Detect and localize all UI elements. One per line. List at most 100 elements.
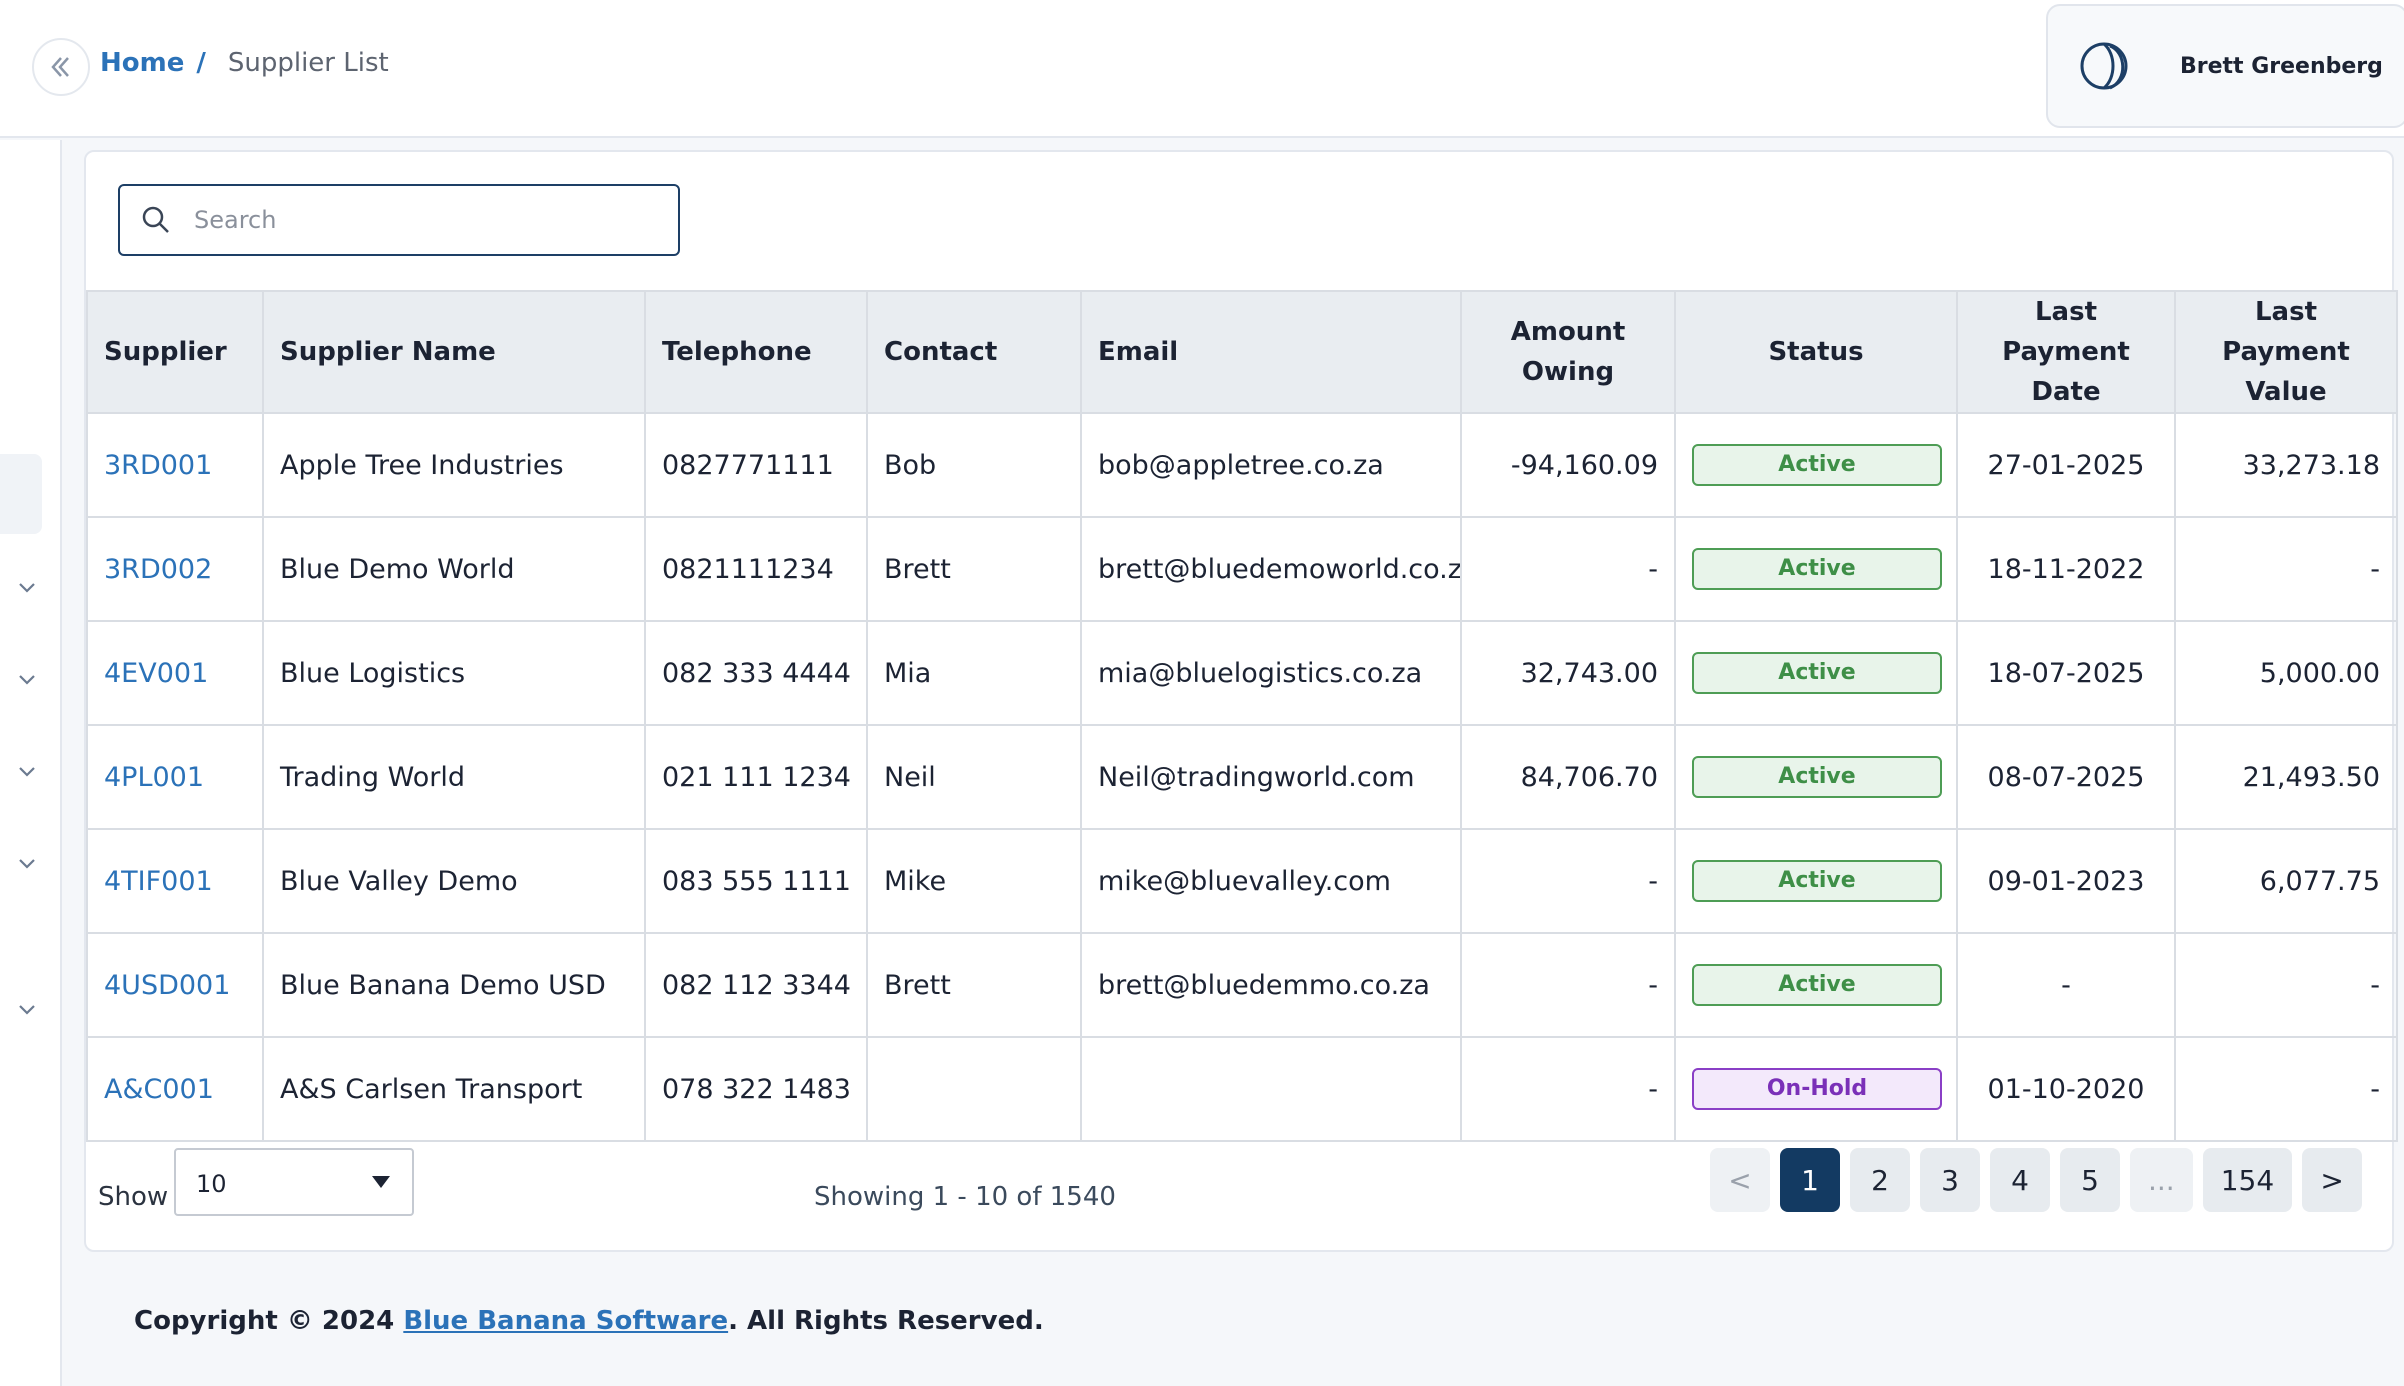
status-cell: Active <box>1674 620 1958 726</box>
sidebar-selected-item[interactable] <box>0 454 42 534</box>
telephone: 021 111 1234 <box>644 724 868 830</box>
status-badge: On-Hold <box>1692 1068 1942 1110</box>
contact: Neil <box>866 724 1082 830</box>
column-header-supplier[interactable]: Supplier <box>86 290 264 414</box>
table-row[interactable]: 3RD002 Blue Demo World 0821111234 Brett … <box>86 516 2398 622</box>
user-name: Brett Greenberg <box>2180 53 2383 79</box>
column-header-email[interactable]: Email <box>1080 290 1462 414</box>
search-icon <box>142 206 169 233</box>
search-field[interactable] <box>118 184 680 256</box>
last-payment-value: - <box>2174 516 2398 622</box>
supplier-code-link[interactable]: 4TIF001 <box>86 828 264 934</box>
supplier-code-link[interactable]: 3RD001 <box>86 412 264 518</box>
column-header-status[interactable]: Status <box>1674 290 1958 414</box>
chevron-down-icon[interactable] <box>16 668 38 690</box>
amount-owing: 84,706.70 <box>1460 724 1676 830</box>
chevron-down-icon[interactable] <box>16 576 38 598</box>
status-badge: Active <box>1692 756 1942 798</box>
last-payment-date: 27-01-2025 <box>1956 412 2176 518</box>
pagination-bar: Show 10 Showing 1 - 10 of 1540 < 1 2 3 4… <box>86 1148 2396 1248</box>
amount-owing: - <box>1460 828 1676 934</box>
chevron-down-icon[interactable] <box>16 998 38 1020</box>
double-chevron-left-icon <box>51 57 69 77</box>
supplier-list-card: Supplier Supplier Name Telephone Contact… <box>84 150 2398 1252</box>
column-header-telephone[interactable]: Telephone <box>644 290 868 414</box>
breadcrumb-current: Supplier List <box>227 48 389 78</box>
email: brett@bluedemoworld.co.za <box>1080 516 1462 622</box>
supplier-code-link[interactable]: 3RD002 <box>86 516 264 622</box>
table-row[interactable]: A&C001 A&S Carlsen Transport 078 322 148… <box>86 1036 2398 1142</box>
page-button-3[interactable]: 3 <box>1920 1148 1980 1212</box>
page-button-1[interactable]: 1 <box>1780 1148 1840 1212</box>
telephone: 083 555 1111 <box>644 828 868 934</box>
contact: Brett <box>866 516 1082 622</box>
top-bar: Home / Supplier List Brett Greenberg <box>0 0 2404 138</box>
telephone: 0821111234 <box>644 516 868 622</box>
breadcrumb-home-link[interactable]: Home <box>100 48 184 78</box>
table-row[interactable]: 4TIF001 Blue Valley Demo 083 555 1111 Mi… <box>86 828 2398 934</box>
showing-count: Showing 1 - 10 of 1540 <box>814 1182 1116 1212</box>
contact: Mike <box>866 828 1082 934</box>
last-payment-value: - <box>2174 1036 2398 1142</box>
table-row[interactable]: 3RD001 Apple Tree Industries 0827771111 … <box>86 412 2398 518</box>
next-page-button[interactable]: > <box>2302 1148 2363 1212</box>
column-header-supplier-name[interactable]: Supplier Name <box>262 290 646 414</box>
page-ellipsis: ... <box>2130 1148 2193 1212</box>
table-row[interactable]: 4USD001 Blue Banana Demo USD 082 112 334… <box>86 932 2398 1038</box>
last-payment-value: 33,273.18 <box>2174 412 2398 518</box>
table-row[interactable]: 4EV001 Blue Logistics 082 333 4444 Mia m… <box>86 620 2398 726</box>
column-header-contact[interactable]: Contact <box>866 290 1082 414</box>
last-payment-date: 01-10-2020 <box>1956 1036 2176 1142</box>
amount-owing: 32,743.00 <box>1460 620 1676 726</box>
page-button-2[interactable]: 2 <box>1850 1148 1910 1212</box>
email: Neil@tradingworld.com <box>1080 724 1462 830</box>
email: bob@appletree.co.za <box>1080 412 1462 518</box>
chevron-down-icon[interactable] <box>16 760 38 782</box>
last-payment-value: 6,077.75 <box>2174 828 2398 934</box>
supplier-name: Blue Logistics <box>262 620 646 726</box>
status-cell: Active <box>1674 932 1958 1038</box>
supplier-name: Blue Valley Demo <box>262 828 646 934</box>
status-cell: On-Hold <box>1674 1036 1958 1142</box>
copyright-text: Copyright © 2024 Blue Banana Software. A… <box>134 1306 1044 1336</box>
supplier-code-link[interactable]: A&C001 <box>86 1036 264 1142</box>
amount-owing: -94,160.09 <box>1460 412 1676 518</box>
caret-down-icon <box>372 1176 390 1188</box>
page-button-last[interactable]: 154 <box>2202 1148 2293 1212</box>
table-row[interactable]: 4PL001 Trading World 021 111 1234 Neil N… <box>86 724 2398 830</box>
collapse-sidebar-button[interactable] <box>32 38 90 96</box>
supplier-name: Trading World <box>262 724 646 830</box>
email: mia@bluelogistics.co.za <box>1080 620 1462 726</box>
status-cell: Active <box>1674 828 1958 934</box>
prev-page-button[interactable]: < <box>1710 1148 1770 1212</box>
status-badge: Active <box>1692 860 1942 902</box>
email <box>1080 1036 1462 1142</box>
supplier-name: Blue Banana Demo USD <box>262 932 646 1038</box>
column-header-last-payment-date[interactable]: Last Payment Date <box>1956 290 2176 414</box>
supplier-table: Supplier Supplier Name Telephone Contact… <box>86 290 2398 1142</box>
status-cell: Active <box>1674 724 1958 830</box>
status-badge: Active <box>1692 548 1942 590</box>
supplier-name: Blue Demo World <box>262 516 646 622</box>
column-header-last-payment-value[interactable]: Last Payment Value <box>2174 290 2398 414</box>
page-button-4[interactable]: 4 <box>1990 1148 2050 1212</box>
column-header-amount-owing[interactable]: Amount Owing <box>1460 290 1676 414</box>
user-menu[interactable]: Brett Greenberg <box>2046 4 2404 128</box>
search-input[interactable] <box>194 206 634 234</box>
telephone: 078 322 1483 <box>644 1036 868 1142</box>
page-size-value: 10 <box>196 1170 227 1198</box>
page-size-select[interactable]: 10 <box>174 1148 414 1216</box>
supplier-code-link[interactable]: 4PL001 <box>86 724 264 830</box>
chevron-down-icon[interactable] <box>16 852 38 874</box>
supplier-code-link[interactable]: 4USD001 <box>86 932 264 1038</box>
company-link[interactable]: Blue Banana Software <box>403 1306 728 1336</box>
last-payment-date: - <box>1956 932 2176 1038</box>
page-button-5[interactable]: 5 <box>2060 1148 2120 1212</box>
status-badge: Active <box>1692 964 1942 1006</box>
email: brett@bluedemmo.co.za <box>1080 932 1462 1038</box>
last-payment-date: 18-07-2025 <box>1956 620 2176 726</box>
sidebar-rail <box>0 140 62 1386</box>
breadcrumb: Home / Supplier List <box>100 48 389 78</box>
amount-owing: - <box>1460 932 1676 1038</box>
supplier-code-link[interactable]: 4EV001 <box>86 620 264 726</box>
